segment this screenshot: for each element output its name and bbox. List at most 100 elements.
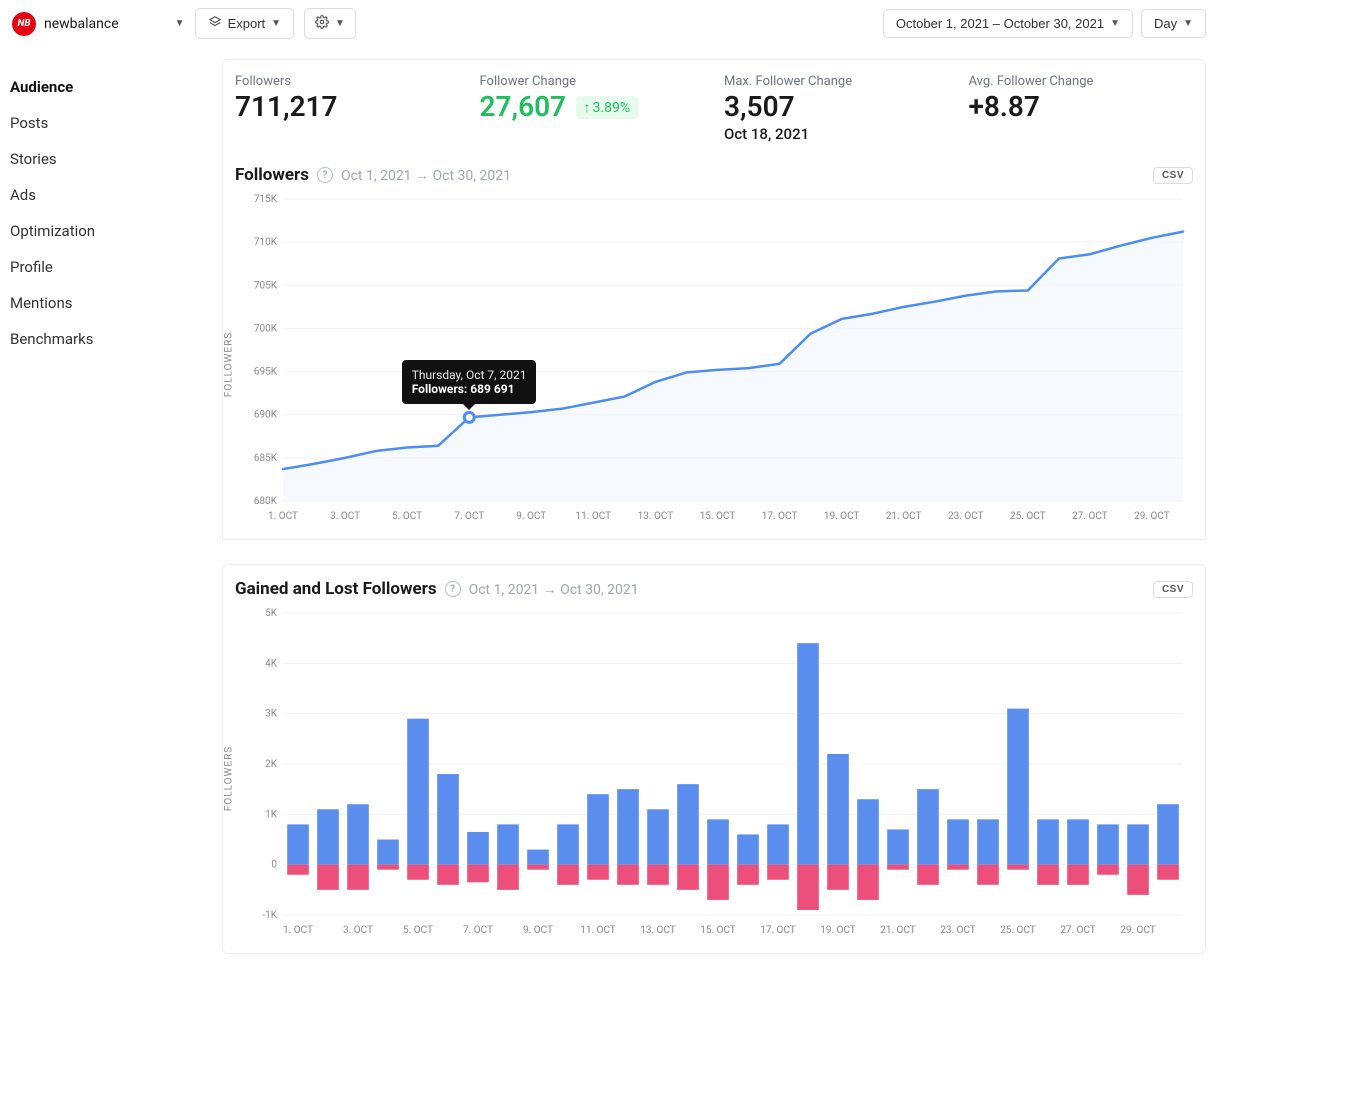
svg-text:15. OCT: 15. OCT: [700, 925, 736, 936]
followers-chart[interactable]: FOLLOWERS 680K685K690K695K700K705K710K71…: [235, 189, 1193, 529]
panel-date-range: Oct 1, 2021 → Oct 30, 2021: [341, 167, 511, 184]
svg-text:17. OCT: 17. OCT: [760, 925, 796, 936]
svg-text:710K: 710K: [254, 237, 278, 248]
gained-lost-chart[interactable]: FOLLOWERS -1K01K2K3K4K5K1. OCT3. OCT5. O…: [235, 603, 1193, 943]
y-axis-label: FOLLOWERS: [224, 746, 235, 811]
svg-text:695K: 695K: [254, 367, 278, 378]
metric-value: 27,607: [480, 90, 567, 123]
svg-text:29. OCT: 29. OCT: [1120, 925, 1156, 936]
chevron-down-icon: ▼: [1110, 18, 1120, 29]
svg-text:9. OCT: 9. OCT: [523, 925, 553, 936]
panel-title: Gained and Lost Followers: [235, 579, 437, 599]
granularity-button[interactable]: Day ▼: [1141, 9, 1206, 38]
chevron-down-icon: ▼: [271, 18, 281, 29]
metric-value: 3,507: [724, 91, 949, 123]
metric-value: +8.87: [969, 91, 1194, 123]
panel-title: Followers: [235, 165, 309, 185]
svg-text:19. OCT: 19. OCT: [824, 511, 860, 522]
sidebar-item-posts[interactable]: Posts: [10, 105, 210, 141]
svg-text:23. OCT: 23. OCT: [948, 511, 984, 522]
help-icon[interactable]: ?: [445, 581, 461, 597]
metric-label: Avg. Follower Change: [969, 74, 1194, 89]
gained-lost-chart-panel: Gained and Lost Followers ? Oct 1, 2021 …: [222, 564, 1206, 954]
export-button[interactable]: Export ▼: [195, 8, 294, 39]
sidebar: AudiencePostsStoriesAdsOptimizationProfi…: [0, 47, 210, 966]
metric-value: 711,217: [235, 91, 460, 123]
svg-text:680K: 680K: [254, 496, 278, 507]
followers-chart-panel: Followers ? Oct 1, 2021 → Oct 30, 2021 C…: [222, 151, 1206, 540]
csv-button[interactable]: CSV: [1153, 167, 1193, 184]
svg-text:9. OCT: 9. OCT: [516, 511, 546, 522]
chevron-down-icon: ▼: [335, 18, 345, 29]
sidebar-item-audience[interactable]: Audience: [10, 69, 210, 105]
sidebar-item-stories[interactable]: Stories: [10, 141, 210, 177]
brand-logo: NB: [12, 12, 36, 36]
svg-text:690K: 690K: [254, 410, 278, 421]
panel-date-range: Oct 1, 2021 → Oct 30, 2021: [469, 581, 639, 598]
svg-text:700K: 700K: [254, 324, 278, 335]
svg-text:19. OCT: 19. OCT: [820, 925, 856, 936]
sidebar-item-optimization[interactable]: Optimization: [10, 213, 210, 249]
svg-text:715K: 715K: [254, 194, 278, 205]
metric-avg-change: Avg. Follower Change +8.87: [969, 74, 1194, 143]
metric-label: Follower Change: [480, 74, 705, 89]
granularity-label: Day: [1154, 16, 1177, 31]
chevron-down-icon: ▼: [1183, 18, 1193, 29]
svg-text:15. OCT: 15. OCT: [700, 511, 736, 522]
svg-text:4K: 4K: [265, 659, 278, 670]
gear-icon: [315, 15, 329, 32]
delta-badge: ↑ 3.89%: [576, 96, 639, 119]
svg-text:27. OCT: 27. OCT: [1060, 925, 1096, 936]
date-range-label: October 1, 2021 – October 30, 2021: [896, 16, 1104, 31]
svg-text:0: 0: [271, 860, 277, 871]
metric-label: Max. Follower Change: [724, 74, 949, 89]
svg-text:29. OCT: 29. OCT: [1134, 511, 1170, 522]
svg-text:25. OCT: 25. OCT: [1010, 511, 1046, 522]
svg-text:13. OCT: 13. OCT: [638, 511, 674, 522]
sidebar-item-benchmarks[interactable]: Benchmarks: [10, 321, 210, 357]
date-range-button[interactable]: October 1, 2021 – October 30, 2021 ▼: [883, 9, 1133, 38]
settings-button[interactable]: ▼: [304, 8, 356, 39]
metric-followers: Followers 711,217: [235, 74, 460, 143]
metric-label: Followers: [235, 74, 460, 89]
metric-sub: Oct 18, 2021: [724, 125, 949, 143]
brand-name: newbalance: [44, 16, 119, 32]
svg-text:3. OCT: 3. OCT: [330, 511, 360, 522]
metric-follower-change: Follower Change 27,607 ↑ 3.89%: [480, 74, 705, 143]
svg-text:5. OCT: 5. OCT: [392, 511, 422, 522]
help-icon[interactable]: ?: [317, 167, 333, 183]
svg-text:685K: 685K: [254, 453, 278, 464]
metric-max-change: Max. Follower Change 3,507 Oct 18, 2021: [724, 74, 949, 143]
chevron-down-icon: ▼: [175, 18, 185, 29]
delta-value: 3.89%: [593, 100, 631, 116]
svg-text:2K: 2K: [265, 759, 278, 770]
svg-text:11. OCT: 11. OCT: [576, 511, 612, 522]
svg-text:3. OCT: 3. OCT: [343, 925, 373, 936]
layers-icon: [208, 15, 222, 32]
metrics-row: Followers 711,217 Follower Change 27,607…: [222, 59, 1206, 151]
svg-text:17. OCT: 17. OCT: [762, 511, 798, 522]
sidebar-item-ads[interactable]: Ads: [10, 177, 210, 213]
svg-text:21. OCT: 21. OCT: [886, 511, 922, 522]
svg-text:7. OCT: 7. OCT: [454, 511, 484, 522]
svg-text:1K: 1K: [265, 810, 278, 821]
y-axis-label: FOLLOWERS: [224, 332, 235, 397]
svg-text:705K: 705K: [254, 280, 278, 291]
svg-text:1. OCT: 1. OCT: [268, 511, 298, 522]
svg-text:-1K: -1K: [262, 910, 277, 921]
csv-button[interactable]: CSV: [1153, 581, 1193, 598]
svg-text:5K: 5K: [265, 608, 278, 619]
svg-text:21. OCT: 21. OCT: [880, 925, 916, 936]
svg-text:7. OCT: 7. OCT: [463, 925, 493, 936]
arrow-up-icon: ↑: [584, 99, 591, 116]
svg-text:11. OCT: 11. OCT: [580, 925, 616, 936]
sidebar-item-mentions[interactable]: Mentions: [10, 285, 210, 321]
svg-text:13. OCT: 13. OCT: [640, 925, 676, 936]
brand-selector[interactable]: NB newbalance ▼: [12, 12, 185, 36]
svg-text:5. OCT: 5. OCT: [403, 925, 433, 936]
svg-text:27. OCT: 27. OCT: [1072, 511, 1108, 522]
export-label: Export: [228, 16, 266, 31]
svg-text:1. OCT: 1. OCT: [283, 925, 313, 936]
svg-text:3K: 3K: [265, 709, 278, 720]
sidebar-item-profile[interactable]: Profile: [10, 249, 210, 285]
